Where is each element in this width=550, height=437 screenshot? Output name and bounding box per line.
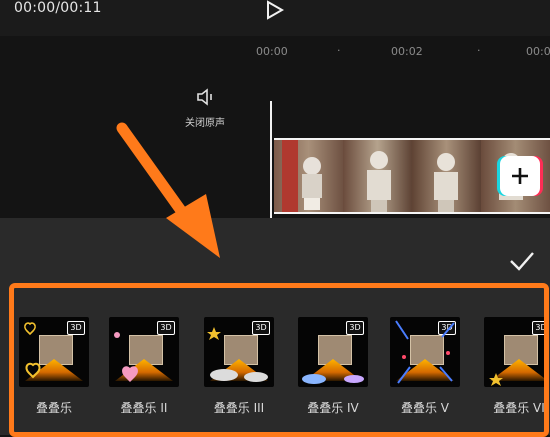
effect-label: 叠叠乐 VI [493, 401, 545, 415]
star-decoration-icon [489, 373, 503, 386]
effect-thumbnail: 3D [298, 317, 368, 387]
timeline-tick: 00:02 [391, 45, 423, 58]
mute-original-audio-button[interactable]: 关闭原声 [178, 86, 232, 129]
effect-item[interactable]: 3D 叠叠乐 [17, 317, 91, 416]
playhead[interactable] [270, 101, 272, 219]
clip-frame-image [367, 151, 391, 212]
blue-glow-decoration-icon [302, 374, 364, 384]
effect-label: 叠叠乐 [35, 401, 72, 415]
plus-icon [512, 168, 528, 184]
clip-frame [412, 140, 481, 212]
heart-decoration-icon [24, 322, 41, 379]
add-clip-button[interactable] [500, 156, 540, 196]
mute-label: 关闭原声 [185, 118, 225, 129]
time-display: 00:00/00:11 [14, 0, 102, 16]
clip-frame [343, 140, 412, 212]
effect-item[interactable]: 3D 叠叠乐 III [202, 317, 276, 416]
cloud-star-decoration-icon [207, 327, 268, 382]
effect-thumbnail: 3D [109, 317, 179, 387]
timeline-tick: 00:0 [526, 45, 550, 58]
checkmark-icon[interactable] [508, 250, 536, 272]
clip-frame [274, 140, 343, 212]
effect-label: 叠叠乐 III [213, 401, 265, 415]
effect-label: 叠叠乐 II [120, 401, 168, 415]
timeline-dot: · [337, 44, 341, 57]
timeline-ruler: 00:00 · 00:02 · 00:0 [0, 36, 550, 64]
effect-thumbnail: 3D [484, 317, 544, 387]
clip-frame-image [434, 153, 458, 212]
pink-heart-decoration-icon [114, 332, 138, 382]
effect-label: 叠叠乐 V [400, 401, 450, 415]
timeline-tick: 00:00 [256, 45, 288, 58]
play-icon[interactable] [262, 0, 286, 20]
effect-thumbnail: 3D [390, 317, 460, 387]
effect-item[interactable]: 3D 叠叠乐 IV [296, 317, 370, 416]
timeline-dot: · [477, 44, 481, 57]
effect-label: 叠叠乐 IV [307, 401, 359, 415]
top-bar: 00:00/00:11 [0, 0, 550, 36]
effect-item[interactable]: 3D 叠叠乐 II [107, 317, 181, 416]
effect-item[interactable]: 3D 叠叠乐 V [388, 317, 462, 416]
effect-thumbnail: 3D [19, 317, 89, 387]
effect-item[interactable]: 3D 叠叠乐 VI [482, 317, 545, 416]
sparkle-decoration-icon [395, 320, 455, 384]
effect-thumbnail: 3D [204, 317, 274, 387]
clip-frame-image [282, 140, 322, 212]
effects-list: 3D 叠叠乐 3D 叠叠乐 II 3D 叠叠乐 III 3D 叠叠乐 IV 3D… [9, 283, 549, 437]
speaker-icon [197, 88, 212, 106]
